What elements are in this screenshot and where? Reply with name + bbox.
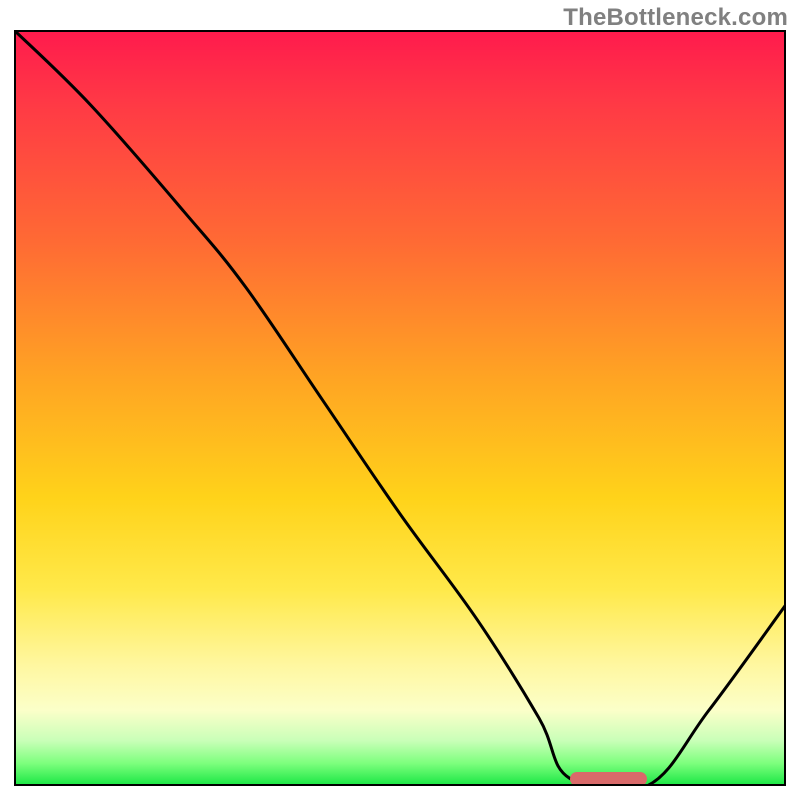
bottleneck-curve-path bbox=[14, 30, 786, 786]
optimal-range-marker bbox=[570, 772, 647, 786]
chart-container: TheBottleneck.com bbox=[0, 0, 800, 800]
plot-area bbox=[14, 30, 786, 786]
curve-svg bbox=[14, 30, 786, 786]
watermark-text: TheBottleneck.com bbox=[563, 4, 788, 32]
